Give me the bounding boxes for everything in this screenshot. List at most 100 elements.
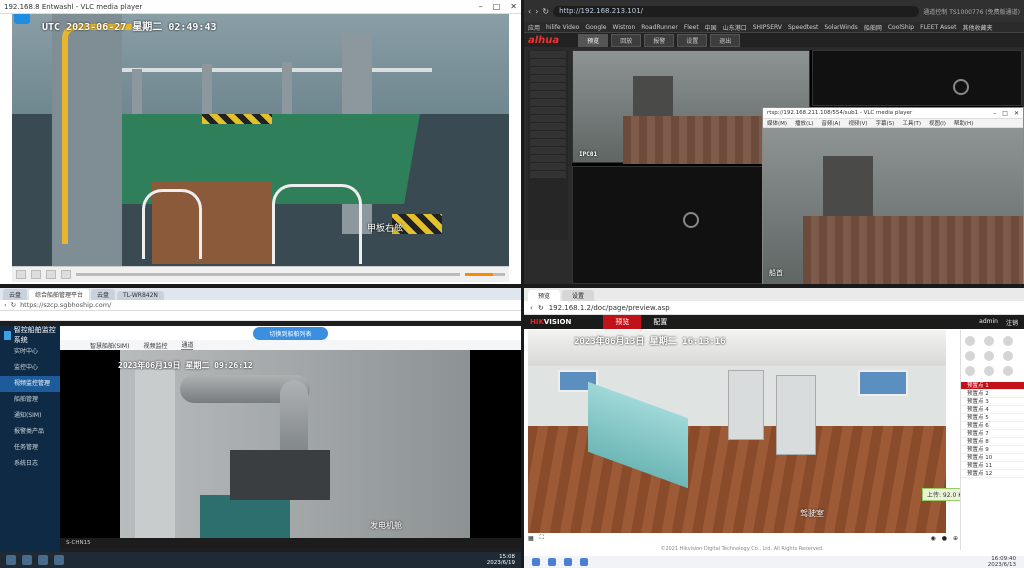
- menu-item[interactable]: 帮助(H): [954, 119, 973, 127]
- channel-item[interactable]: [530, 75, 566, 82]
- maximize-icon[interactable]: □: [1002, 110, 1008, 117]
- preset-item[interactable]: 预置点 11: [961, 462, 1024, 470]
- channel-item[interactable]: [530, 67, 566, 74]
- bookmark[interactable]: 船舶网: [864, 23, 882, 32]
- bookmark[interactable]: CoolShip: [888, 24, 914, 31]
- ptz-button[interactable]: [1003, 336, 1013, 346]
- channel-item[interactable]: [530, 83, 566, 90]
- browser-tab[interactable]: 云盘: [91, 289, 116, 300]
- menu-item[interactable]: 视图(I): [929, 119, 946, 127]
- snapshot-icon[interactable]: ◉: [930, 535, 935, 542]
- start-icon[interactable]: [6, 555, 16, 565]
- channel-item[interactable]: [530, 51, 566, 58]
- ptz-button[interactable]: [965, 336, 975, 346]
- taskbar-app-icon[interactable]: [564, 558, 572, 566]
- ptz-button[interactable]: [984, 351, 994, 361]
- tab-logout[interactable]: 退出: [710, 33, 741, 47]
- maximize-icon[interactable]: □: [493, 2, 501, 11]
- tab-preview[interactable]: 预览: [578, 33, 609, 47]
- address-bar[interactable]: 192.168.1.2/doc/page/preview.asp: [549, 304, 670, 312]
- bookmark[interactable]: SolarWinds: [824, 24, 858, 31]
- sidebar-item[interactable]: 通知(SIM): [0, 408, 60, 424]
- channel-item[interactable]: [530, 171, 566, 178]
- browser-tab-title[interactable]: 通道控制 TS1000776 (免费版通道): [923, 7, 1020, 16]
- bookmark[interactable]: SHIPSERV: [753, 24, 782, 31]
- sidebar-item[interactable]: 报警类产品: [0, 424, 60, 440]
- browser-tab[interactable]: 预览: [528, 290, 561, 301]
- taskbar-app-icon[interactable]: [548, 558, 556, 566]
- ptz-button[interactable]: [984, 336, 994, 346]
- stop-icon[interactable]: [46, 270, 56, 279]
- sidebar-item[interactable]: 船舶管理: [0, 392, 60, 408]
- close-icon[interactable]: ✕: [510, 2, 517, 11]
- channel-item[interactable]: [530, 91, 566, 98]
- menu-item[interactable]: 视频(V): [848, 119, 867, 127]
- reload-icon[interactable]: ↻: [538, 304, 544, 312]
- view-tab[interactable]: 视频监控: [143, 341, 167, 350]
- taskbar-app-icon[interactable]: [38, 555, 48, 565]
- back-icon[interactable]: ‹: [528, 7, 531, 16]
- bookmark[interactable]: Fleet: [684, 24, 699, 31]
- preset-item[interactable]: 预置点 4: [961, 406, 1024, 414]
- prev-icon[interactable]: [31, 270, 41, 279]
- sidebar-item[interactable]: 监控中心: [0, 360, 60, 376]
- reload-icon[interactable]: ↻: [542, 7, 549, 16]
- preset-item[interactable]: 预置点 8: [961, 438, 1024, 446]
- forward-icon[interactable]: ›: [535, 7, 538, 16]
- bookmark[interactable]: 山东港口: [723, 23, 747, 32]
- volume-slider[interactable]: [465, 273, 505, 276]
- menu-item[interactable]: 工具(T): [902, 119, 921, 127]
- fullscreen-icon[interactable]: ⛶: [540, 534, 544, 542]
- taskbar-app-icon[interactable]: [54, 555, 64, 565]
- next-icon[interactable]: [61, 270, 71, 279]
- bookmark[interactable]: 其他收藏夹: [962, 23, 992, 32]
- sidebar-item[interactable]: 实时中心: [0, 344, 60, 360]
- back-icon[interactable]: ‹: [4, 301, 7, 309]
- channel-item[interactable]: [530, 59, 566, 66]
- switch-ship-button[interactable]: 切换到船舶列表: [253, 326, 328, 340]
- menu-item[interactable]: 媒体(M): [767, 119, 787, 127]
- bookmark[interactable]: 中国: [705, 23, 717, 32]
- channel-item[interactable]: [530, 123, 566, 130]
- browser-tab[interactable]: 综合船舶管理平台: [29, 289, 90, 300]
- menu-item[interactable]: 播放(L): [795, 119, 813, 127]
- ptz-button[interactable]: [1003, 351, 1013, 361]
- seek-bar[interactable]: [76, 273, 460, 276]
- sidebar-item[interactable]: 任务管理: [0, 440, 60, 456]
- system-clock[interactable]: 16:09:40 2023/6/13: [988, 556, 1016, 568]
- browser-tab[interactable]: TL-WR842N: [117, 291, 164, 300]
- bookmark[interactable]: Speedtest: [788, 24, 818, 31]
- back-icon[interactable]: ‹: [530, 304, 533, 312]
- channel-item[interactable]: [530, 99, 566, 106]
- ptz-button[interactable]: [1003, 366, 1013, 376]
- tab-alarm[interactable]: 报警: [644, 33, 675, 47]
- bookmark[interactable]: Google: [585, 24, 606, 31]
- play-icon[interactable]: [16, 270, 26, 279]
- preset-item[interactable]: 预置点 2: [961, 390, 1024, 398]
- system-clock[interactable]: 15:08 2023/6/19: [487, 554, 515, 566]
- bookmark[interactable]: RoadRunner: [641, 24, 678, 31]
- preset-item[interactable]: 预置点 5: [961, 414, 1024, 422]
- taskbar-app-icon[interactable]: [580, 558, 588, 566]
- browser-tab[interactable]: 设置: [562, 290, 595, 301]
- bookmark[interactable]: hilife Video: [546, 24, 579, 31]
- bookmark[interactable]: 应用: [528, 23, 540, 32]
- record-icon[interactable]: ●: [942, 535, 947, 542]
- taskbar-app-icon[interactable]: [22, 555, 32, 565]
- menu-item[interactable]: 字幕(S): [876, 119, 895, 127]
- minimize-icon[interactable]: –: [479, 2, 483, 11]
- menu-item[interactable]: 音频(A): [821, 119, 840, 127]
- bookmark[interactable]: Wistron: [613, 24, 636, 31]
- minimize-icon[interactable]: –: [993, 110, 996, 117]
- channel-item[interactable]: [530, 107, 566, 114]
- preset-item[interactable]: 预置点 1: [961, 382, 1024, 390]
- user-label[interactable]: admin: [979, 318, 998, 327]
- view-tab[interactable]: 智慧船舶(SIM): [90, 341, 129, 350]
- preset-item[interactable]: 预置点 3: [961, 398, 1024, 406]
- tab-settings[interactable]: 设置: [677, 33, 708, 47]
- bookmark[interactable]: FLEET Asset: [920, 24, 956, 31]
- nav-preview[interactable]: 预览: [603, 315, 642, 329]
- nav-config[interactable]: 配置: [641, 315, 679, 329]
- video-cell-2[interactable]: [812, 50, 1022, 106]
- sidebar-item[interactable]: 系统日志: [0, 456, 60, 472]
